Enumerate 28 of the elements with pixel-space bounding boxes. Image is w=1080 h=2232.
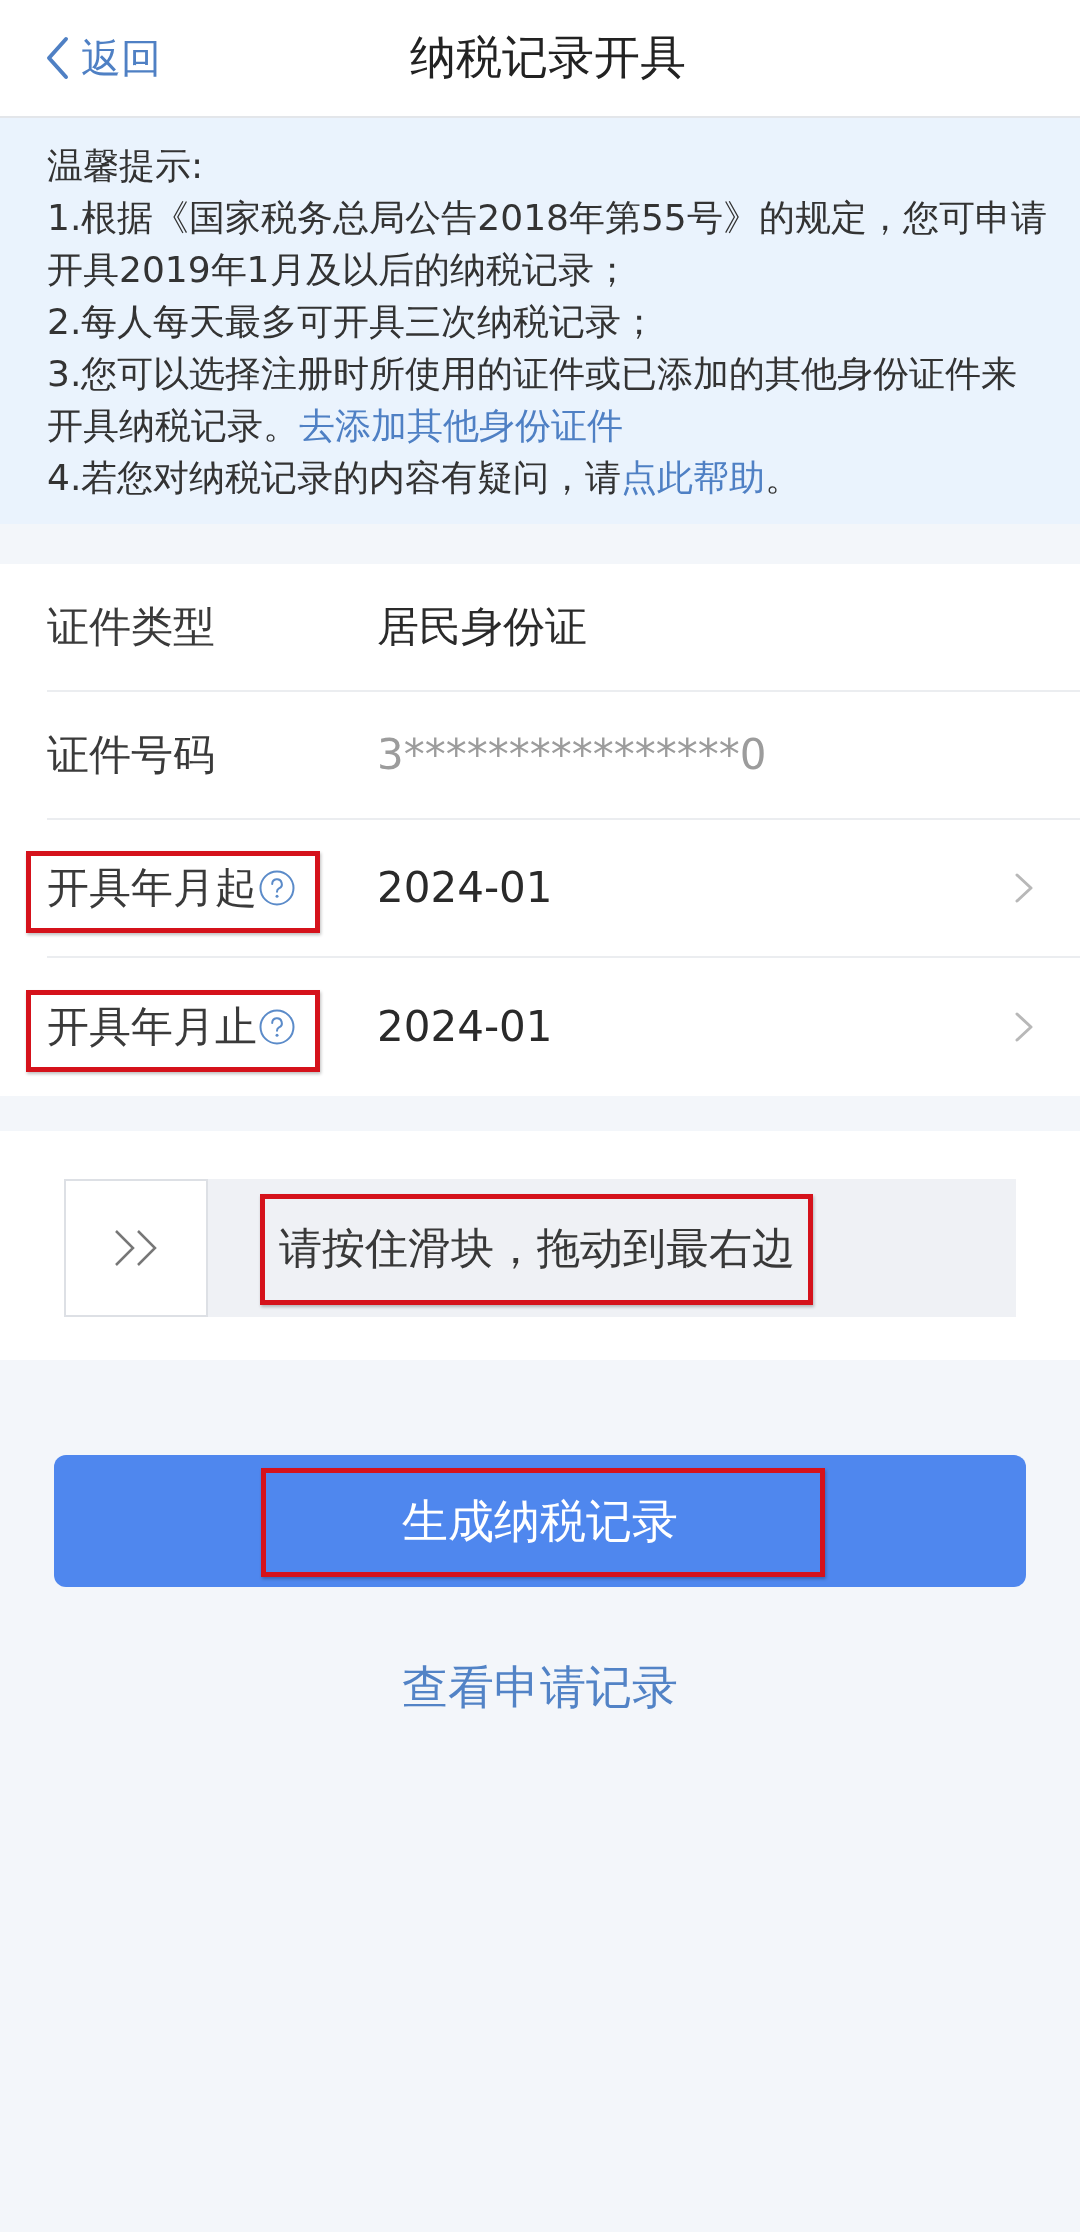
double-chevron-icon: [113, 1229, 159, 1267]
chevron-left-icon: [45, 36, 69, 80]
field-value: 居民身份证: [377, 602, 588, 652]
chevron-right-icon[interactable]: [1014, 872, 1034, 904]
chevron-right-icon[interactable]: [1014, 1011, 1034, 1043]
notice-item: 2.每人每天最多可开具三次纳税记录；: [47, 300, 659, 344]
slider-track[interactable]: 请按住滑块，拖动到最右边: [64, 1179, 1016, 1317]
back-button[interactable]: 返回: [45, 30, 161, 86]
text-link[interactable]: 点此帮助: [621, 457, 766, 498]
view-records-link[interactable]: 查看申请记录: [402, 1659, 678, 1715]
help-icon[interactable]: [259, 1009, 295, 1045]
field-value[interactable]: 2024-01: [377, 1002, 1014, 1052]
generate-button[interactable]: 生成纳税记录: [54, 1455, 1026, 1587]
field-label: 开具年月起: [47, 863, 257, 913]
field-label: 证件类型: [47, 602, 215, 652]
field-label: 证件号码: [47, 730, 215, 780]
field-value[interactable]: 2024-01: [377, 863, 1014, 913]
slider-handle[interactable]: [64, 1179, 208, 1317]
notice-heading: 温馨提示:: [47, 144, 205, 188]
text-link[interactable]: 去添加其他身份证件: [299, 405, 623, 446]
field-label: 开具年月止: [47, 1002, 257, 1052]
notice-item: 4.若您对纳税记录的内容有疑问，请点此帮助。: [47, 456, 803, 500]
field-value: 3****************0: [377, 730, 768, 780]
page-title: 纳税记录开具: [409, 29, 686, 86]
notice-item: 1.根据《国家税务总局公告2018年第55号》的规定，您可申请开具2019年1月及以后的纳税记录；: [47, 196, 1048, 292]
slider-hint: 请按住滑块，拖动到最右边: [279, 1223, 795, 1273]
notice-item: 3.您可以选择注册时所使用的证件或已添加的其他身份证件来开具纳税记录。去添加其他身份证件: [47, 352, 1019, 448]
help-icon[interactable]: [259, 870, 295, 906]
